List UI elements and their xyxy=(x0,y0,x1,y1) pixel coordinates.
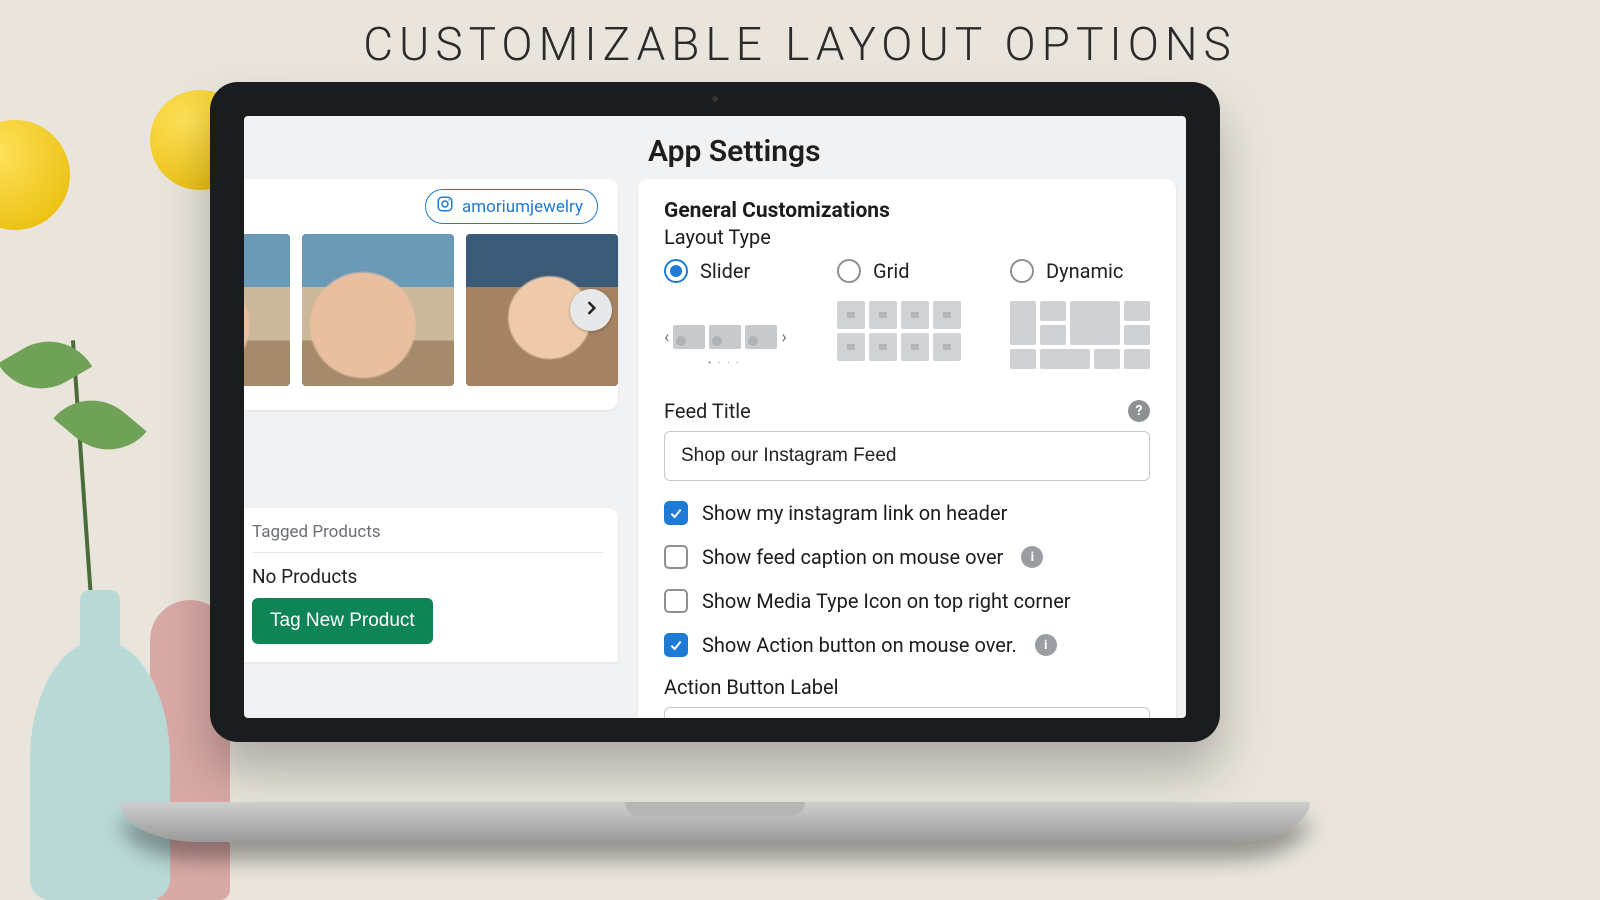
decor-yellow-balls xyxy=(0,100,160,300)
checkbox-show-caption-label: Show feed caption on mouse over xyxy=(702,545,1003,569)
radio-grid[interactable] xyxy=(837,259,861,283)
radio-slider-label: Slider xyxy=(700,259,750,283)
settings-card: General Customizations Layout Type Slide… xyxy=(638,179,1176,718)
layout-option-slider[interactable]: Slider ‹› • · · · xyxy=(664,259,797,373)
radio-slider[interactable] xyxy=(664,259,688,283)
section-heading: General Customizations xyxy=(664,199,1150,223)
feed-title-label: Feed Title xyxy=(664,399,751,423)
screen: App Settings amoriumjewelry xyxy=(244,116,1186,718)
radio-dynamic-label: Dynamic xyxy=(1046,259,1123,283)
slider-preview: ‹› • · · · xyxy=(664,301,797,373)
action-button-label-input[interactable] xyxy=(664,707,1150,718)
feed-title-input[interactable] xyxy=(664,431,1150,481)
hero-title: CUSTOMIZABLE LAYOUT OPTIONS xyxy=(0,0,1600,72)
dynamic-preview xyxy=(1010,301,1150,373)
feed-carousel xyxy=(250,234,606,386)
feed-preview-card: amoriumjewelry xyxy=(244,179,618,410)
laptop-base xyxy=(120,802,1310,842)
checkbox-show-action[interactable] xyxy=(664,633,688,657)
feed-image[interactable] xyxy=(302,234,454,386)
tag-new-product-button[interactable]: Tag New Product xyxy=(252,598,433,644)
layout-option-dynamic[interactable]: Dynamic xyxy=(1010,259,1150,373)
checkbox-show-action-label: Show Action button on mouse over. xyxy=(702,633,1017,657)
layout-option-grid[interactable]: Grid xyxy=(837,259,970,373)
decor-vase-blue xyxy=(10,540,190,900)
layout-type-label: Layout Type xyxy=(664,225,1150,249)
radio-dynamic[interactable] xyxy=(1010,259,1034,283)
help-icon[interactable]: ? xyxy=(1128,400,1150,422)
no-products-text: No Products xyxy=(252,565,604,588)
chevron-right-icon xyxy=(581,298,601,322)
camera-dot xyxy=(712,96,718,102)
tagged-products-card: Tagged Products No Products Tag New Prod… xyxy=(244,508,618,662)
action-button-label-label: Action Button Label xyxy=(664,675,1150,699)
instagram-handle-pill[interactable]: amoriumjewelry xyxy=(425,189,598,224)
info-icon[interactable]: i xyxy=(1035,634,1057,656)
instagram-icon xyxy=(436,195,454,218)
checkbox-show-link[interactable] xyxy=(664,501,688,525)
grid-preview xyxy=(837,301,970,373)
checkbox-show-media-icon[interactable] xyxy=(664,589,688,613)
decor-leaf xyxy=(53,380,146,470)
checkbox-show-media-icon-label: Show Media Type Icon on top right corner xyxy=(702,589,1071,613)
info-icon[interactable]: i xyxy=(1021,546,1043,568)
carousel-next-button[interactable] xyxy=(570,289,612,331)
tagged-products-heading: Tagged Products xyxy=(252,522,604,553)
page-title: App Settings xyxy=(244,116,1186,179)
feed-image[interactable] xyxy=(244,234,290,386)
radio-grid-label: Grid xyxy=(873,259,910,283)
checkbox-show-caption[interactable] xyxy=(664,545,688,569)
laptop-mockup: App Settings amoriumjewelry xyxy=(210,82,1220,822)
checkbox-show-link-label: Show my instagram link on header xyxy=(702,501,1007,525)
instagram-handle-text: amoriumjewelry xyxy=(462,197,583,217)
